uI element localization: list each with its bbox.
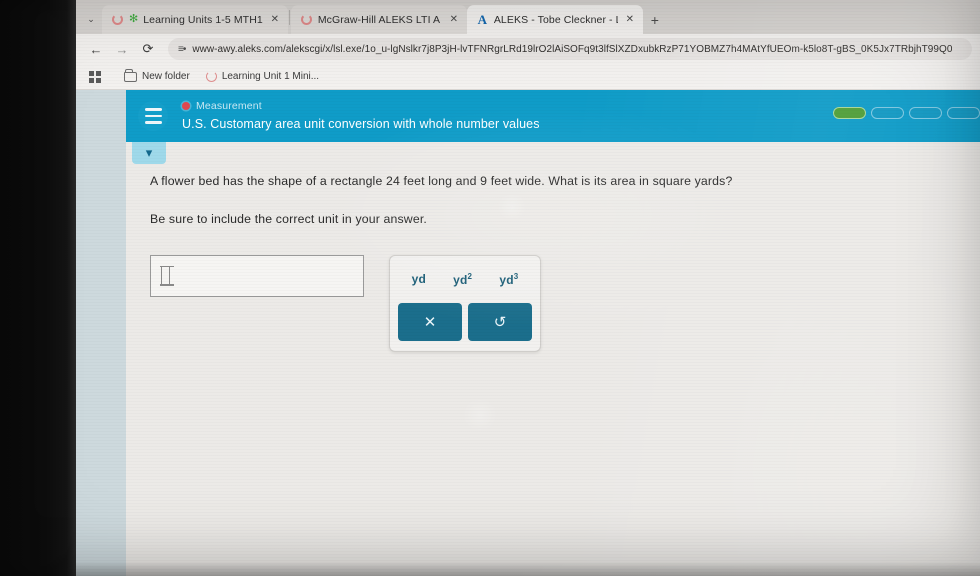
site-settings-icon[interactable]: ≡• <box>178 44 186 55</box>
unit-exponent: 2 <box>467 271 473 281</box>
loading-ring-icon <box>205 71 217 82</box>
photographed-screen: ⌄ ✻ Learning Units 1-5 MTH1 ✕ McGraw-Hil… <box>0 0 980 576</box>
text-caret-icon <box>159 265 174 286</box>
progress-segment-4 <box>947 107 980 119</box>
bookmark-new-folder[interactable]: New folder <box>118 69 196 84</box>
aleks-header-bar: Measurement U.S. Customary area unit con… <box>126 90 980 142</box>
clear-button[interactable]: ✕ <box>398 302 462 341</box>
unit-exponent: 3 <box>513 271 519 281</box>
topic-status-dot-icon <box>182 102 190 111</box>
unit-button-row: yd yd2 yd3 <box>398 266 532 303</box>
new-tab-button[interactable]: + <box>643 6 667 34</box>
bookmarks-bar: New folder Learning Unit 1 Mini... <box>76 64 980 90</box>
browser-window: ⌄ ✻ Learning Units 1-5 MTH1 ✕ McGraw-Hil… <box>76 0 980 576</box>
loading-ring-icon <box>111 13 124 26</box>
browser-tab-3[interactable]: A ALEKS - Tobe Cleckner - Learn ✕ <box>466 5 643 34</box>
tab-close-icon[interactable]: ✕ <box>447 14 461 25</box>
address-bar[interactable]: ≡• www-awy.aleks.com/alekscgi/x/lsl.exe/… <box>168 38 972 60</box>
progress-segment-1 <box>833 107 866 119</box>
monitor-bezel-left <box>0 0 76 576</box>
unit-keypad-panel: yd yd2 yd3 ✕ ↺ <box>389 254 541 352</box>
folder-icon <box>124 69 137 82</box>
tab-separator <box>288 9 290 25</box>
answer-row: yd yd2 yd3 ✕ ↺ <box>150 254 980 352</box>
unit-label: yd <box>499 272 514 287</box>
question-instruction: Be sure to include the correct unit in y… <box>150 212 427 227</box>
progress-segment-3 <box>909 107 942 119</box>
browser-tab-title: Learning Units 1-5 MTH1 <box>143 13 263 26</box>
bookmark-label: Learning Unit 1 Mini... <box>221 71 320 82</box>
bookmark-label: New folder <box>142 71 190 82</box>
page-viewport: Measurement U.S. Customary area unit con… <box>76 90 980 576</box>
unit-label: yd <box>453 272 468 287</box>
reload-icon[interactable]: ⟳ <box>136 37 160 61</box>
apps-grid-icon[interactable] <box>86 68 104 86</box>
browser-toolbar: ← → ⟳ ≡• www-awy.aleks.com/alekscgi/x/ls… <box>76 34 980 64</box>
collapse-panel-button[interactable]: ▾ <box>132 142 166 164</box>
hamburger-menu-icon[interactable] <box>138 101 168 131</box>
tab-search-chevron-icon[interactable]: ⌄ <box>80 4 102 34</box>
left-rail <box>76 90 126 576</box>
browser-tab-strip: ⌄ ✻ Learning Units 1-5 MTH1 ✕ McGraw-Hil… <box>76 0 980 34</box>
unit-label: yd <box>411 272 426 287</box>
question-area: A flower bed has the shape of a rectangl… <box>126 142 980 352</box>
browser-tab-title: ALEKS - Tobe Cleckner - Learn <box>493 13 618 26</box>
progress-indicator <box>833 107 980 119</box>
answer-input[interactable] <box>150 254 364 297</box>
browser-tab-title: McGraw-Hill ALEKS LTI A (Can <box>317 13 442 26</box>
browser-tab-2[interactable]: McGraw-Hill ALEKS LTI A (Can ✕ <box>290 5 467 34</box>
chevron-down-icon: ▾ <box>145 145 153 160</box>
loading-ring-icon <box>300 13 313 26</box>
forward-icon[interactable]: → <box>110 37 134 61</box>
unit-button-yd2[interactable]: yd2 <box>449 270 476 289</box>
back-icon[interactable]: ← <box>84 37 108 61</box>
topic-row: Measurement <box>182 100 540 113</box>
progress-segment-2 <box>871 107 904 119</box>
undo-button[interactable]: ↺ <box>468 302 532 341</box>
unit-button-yd[interactable]: yd <box>408 270 430 288</box>
browser-tab-1[interactable]: ✻ Learning Units 1-5 MTH1 ✕ <box>102 5 288 34</box>
tab-close-icon[interactable]: ✕ <box>268 14 282 25</box>
tab-close-icon[interactable]: ✕ <box>623 14 637 25</box>
extension-puzzle-icon: ✻ <box>129 13 139 25</box>
lesson-header-text: Measurement U.S. Customary area unit con… <box>182 100 540 133</box>
question-prompt: A flower bed has the shape of a rectangl… <box>150 174 733 188</box>
keypad-action-row: ✕ ↺ <box>398 302 532 341</box>
aleks-content: Measurement U.S. Customary area unit con… <box>126 90 980 576</box>
aleks-a-icon: A <box>477 12 488 27</box>
unit-button-yd3[interactable]: yd3 <box>495 270 522 289</box>
address-bar-url: www-awy.aleks.com/alekscgi/x/lsl.exe/1o_… <box>192 43 953 55</box>
bookmark-learning-unit[interactable]: Learning Unit 1 Mini... <box>200 69 325 84</box>
page-title: U.S. Customary area unit conversion with… <box>182 116 540 131</box>
topic-label: Measurement <box>196 99 262 112</box>
